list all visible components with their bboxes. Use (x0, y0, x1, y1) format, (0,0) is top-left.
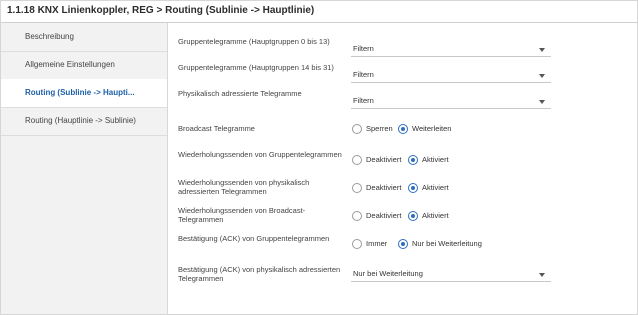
param-label: Bestätigung (ACK) von Gruppentelegrammen (178, 234, 330, 243)
sidebar-nav: Beschreibung Allgemeine Einstellungen Ro… (1, 23, 168, 314)
param-row: Gruppentelegramme (Hauptgruppen 14 bis 3… (168, 63, 637, 89)
sidebar-item-label: Beschreibung (25, 32, 74, 41)
param-label: Physikalisch adressierte Telegramme (178, 89, 302, 98)
sidebar-item-routing-hauptlinie-sublinie[interactable]: Routing (Hauptlinie -> Sublinie) (1, 107, 167, 136)
select-value: Filtern (353, 44, 374, 53)
select-value: Filtern (353, 70, 374, 79)
param-label: Wiederholungssenden von Broadcast-Telegr… (178, 206, 306, 224)
sidebar-item-label: Allgemeine Einstellungen (25, 60, 115, 69)
param-row: Physikalisch adressierte Telegramme Filt… (168, 89, 637, 115)
param-row: Wiederholungssenden von Gruppentelegramm… (168, 150, 637, 176)
chevron-down-icon (539, 100, 545, 104)
param-label: Bestätigung (ACK) von physikalisch adres… (178, 265, 341, 283)
chevron-down-icon (539, 74, 545, 78)
radio-circle (352, 239, 362, 249)
chevron-down-icon (539, 273, 545, 277)
radio-label: Aktiviert (422, 183, 449, 192)
param-row: Wiederholungssenden von Broadcast-Telegr… (168, 206, 637, 232)
param-select-physikalisch-adressiert[interactable]: Filtern (351, 94, 551, 109)
param-select-ack-physikalisch[interactable]: Nur bei Weiterleitung (351, 267, 551, 282)
param-label: Gruppentelegramme (Hauptgruppen 0 bis 13… (178, 37, 330, 46)
sidebar-item-beschreibung[interactable]: Beschreibung (1, 23, 167, 52)
dialog-window: 1.1.18 KNX Linienkoppler, REG > Routing … (0, 0, 638, 315)
radio-label: Weiterleiten (412, 124, 452, 133)
radio-circle (408, 183, 418, 193)
param-label: Gruppentelegramme (Hauptgruppen 14 bis 3… (178, 63, 334, 72)
radio-circle (352, 211, 362, 221)
chevron-down-icon (539, 48, 545, 52)
sidebar-item-label: Routing (Sublinie -> Haupti... (25, 88, 135, 97)
sidebar-item-routing-sublinie-hauptlinie[interactable]: Routing (Sublinie -> Haupti... (1, 79, 167, 108)
param-row: Broadcast Telegramme Sperren Weiterleite… (168, 124, 637, 150)
radio-label: Deaktiviert (366, 155, 402, 164)
param-label: Wiederholungssenden von physikalisch adr… (178, 178, 310, 196)
parameter-panel: Gruppentelegramme (Hauptgruppen 0 bis 13… (168, 23, 637, 314)
radio-label: Nur bei Weiterleitung (412, 239, 482, 248)
window-title: 1.1.18 KNX Linienkoppler, REG > Routing … (7, 5, 315, 16)
sidebar-item-label: Routing (Hauptlinie -> Sublinie) (25, 116, 136, 125)
radio-circle (352, 183, 362, 193)
radio-circle (398, 239, 408, 249)
radio-label: Aktiviert (422, 211, 449, 220)
radio-circle (408, 211, 418, 221)
radio-circle (352, 155, 362, 165)
radio-label: Deaktiviert (366, 211, 402, 220)
select-value: Nur bei Weiterleitung (353, 269, 423, 278)
radio-circle (398, 124, 408, 134)
select-value: Filtern (353, 96, 374, 105)
param-row: Bestätigung (ACK) von physikalisch adres… (168, 265, 637, 291)
param-label: Broadcast Telegramme (178, 124, 255, 133)
param-label: Wiederholungssenden von Gruppentelegramm… (178, 150, 342, 159)
radio-label: Deaktiviert (366, 183, 402, 192)
param-row: Wiederholungssenden von physikalisch adr… (168, 178, 637, 204)
radio-label: Sperren (366, 124, 393, 133)
param-select-gruppentelegramme-0-13[interactable]: Filtern (351, 42, 551, 57)
radio-label: Immer (366, 239, 388, 248)
sidebar-item-allgemeine-einstellungen[interactable]: Allgemeine Einstellungen (1, 51, 167, 80)
radio-label: Aktiviert (422, 155, 449, 164)
param-row: Gruppentelegramme (Hauptgruppen 0 bis 13… (168, 37, 637, 63)
param-select-gruppentelegramme-14-31[interactable]: Filtern (351, 68, 551, 83)
param-row: Bestätigung (ACK) von Gruppentelegrammen… (168, 234, 637, 260)
title-bar: 1.1.18 KNX Linienkoppler, REG > Routing … (1, 1, 637, 23)
radio-circle (408, 155, 418, 165)
radio-circle (352, 124, 362, 134)
